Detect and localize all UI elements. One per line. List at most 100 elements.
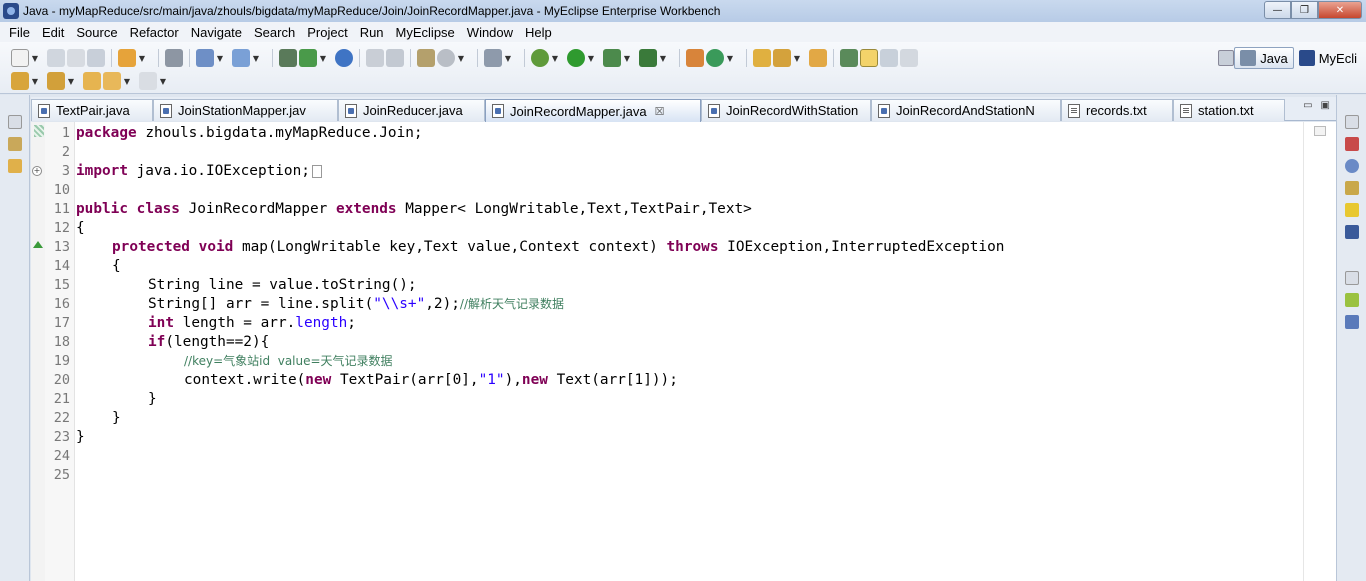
chevron-down-icon[interactable]: ▼ (30, 54, 40, 63)
fold-expand-icon[interactable]: + (32, 166, 42, 176)
chevron-down-icon[interactable]: ▼ (251, 54, 261, 63)
open-perspective-icon[interactable] (1218, 50, 1235, 66)
servers-icon[interactable] (1345, 203, 1359, 217)
line-number: 25 (53, 467, 70, 483)
coverage-icon[interactable] (603, 49, 621, 67)
code-editor[interactable]: + 1 2 3 10 11 12 13 14 15 16 17 18 19 20… (31, 122, 1336, 581)
overview-ruler[interactable] (1303, 122, 1336, 581)
tab-joinrecordwithstation[interactable]: JoinRecordWithStation (701, 99, 871, 121)
tab-records-txt[interactable]: records.txt (1061, 99, 1173, 121)
chevron-down-icon[interactable]: ▼ (137, 54, 147, 63)
tab-joinstationmapper[interactable]: JoinStationMapper.jav (153, 99, 338, 121)
open-resource-icon[interactable] (386, 49, 404, 67)
last-edit-location-icon[interactable] (83, 72, 101, 90)
network-icon[interactable] (279, 49, 297, 67)
chevron-down-icon[interactable]: ▼ (30, 77, 40, 86)
restore-view-icon[interactable] (1345, 271, 1359, 285)
search-icon[interactable] (437, 49, 455, 67)
edit-pencil-icon[interactable] (773, 49, 791, 67)
menu-search[interactable]: Search (248, 25, 301, 40)
string-literal: "\\s+" (373, 296, 426, 312)
chevron-down-icon[interactable]: ▼ (158, 77, 168, 86)
tab-textpair[interactable]: TextPair.java (31, 99, 153, 121)
chevron-down-icon[interactable]: ▼ (215, 54, 225, 63)
declaration-icon[interactable] (1345, 181, 1359, 195)
chevron-down-icon[interactable]: ▼ (792, 54, 802, 63)
chevron-down-icon[interactable]: ▼ (550, 54, 560, 63)
code-line: String[] arr = line.split("\\s+",2);//解析… (148, 295, 564, 314)
chevron-down-icon[interactable]: ▼ (66, 77, 76, 86)
menu-file[interactable]: File (3, 25, 36, 40)
pin-icon[interactable] (840, 49, 858, 67)
tab-station-txt[interactable]: station.txt (1173, 99, 1285, 121)
restore-view-icon[interactable] (1345, 115, 1359, 129)
menu-window[interactable]: Window (461, 25, 519, 40)
perspective-java[interactable]: Java (1234, 47, 1294, 69)
outline-icon[interactable] (1345, 315, 1359, 329)
block-selection-icon[interactable] (880, 49, 898, 67)
external-tools-icon[interactable] (639, 49, 657, 67)
previous-annotation-icon[interactable] (47, 72, 65, 90)
new-class-icon[interactable] (417, 49, 435, 67)
show-whitespace-icon[interactable] (900, 49, 918, 67)
javadoc-icon[interactable] (1345, 159, 1359, 173)
minimize-editor-icon[interactable]: ▭ (1303, 100, 1312, 111)
save-all-icon[interactable] (67, 49, 85, 67)
tab-joinreducer[interactable]: JoinReducer.java (338, 99, 485, 121)
chevron-down-icon[interactable]: ▼ (658, 54, 668, 63)
chevron-down-icon[interactable]: ▼ (586, 54, 596, 63)
new-file-icon[interactable] (11, 49, 29, 67)
new-server-icon[interactable] (118, 49, 136, 67)
tab-label: JoinRecordMapper.java (510, 103, 647, 119)
new-package-icon[interactable] (686, 49, 704, 67)
run-icon[interactable] (567, 49, 585, 67)
collapsed-imports-icon[interactable] (311, 164, 322, 178)
menu-refactor[interactable]: Refactor (124, 25, 185, 40)
restore-view-icon[interactable] (8, 115, 22, 129)
maximize-editor-icon[interactable]: ▣ (1321, 100, 1330, 111)
globe-icon[interactable] (335, 49, 353, 67)
new-java-class-icon[interactable] (706, 49, 724, 67)
chevron-down-icon[interactable]: ▼ (622, 54, 632, 63)
chevron-down-icon[interactable]: ▼ (725, 54, 735, 63)
code-text-area[interactable]: package zhouls.bigdata.myMapReduce.Join;… (76, 122, 1303, 581)
menu-navigate[interactable]: Navigate (185, 25, 248, 40)
problems-icon[interactable] (1345, 137, 1359, 151)
chevron-down-icon[interactable]: ▼ (318, 54, 328, 63)
close-button[interactable]: ✕ (1318, 1, 1362, 19)
mark-occurrences-icon[interactable] (860, 49, 878, 67)
console-icon[interactable] (165, 49, 183, 67)
maximize-button[interactable]: ❐ (1291, 1, 1318, 19)
chevron-down-icon[interactable]: ▼ (456, 54, 466, 63)
forward-arrow-icon[interactable] (139, 72, 157, 90)
menu-project[interactable]: Project (301, 25, 353, 40)
print-icon[interactable] (87, 49, 105, 67)
open-project-icon[interactable] (809, 49, 827, 67)
menu-source[interactable]: Source (70, 25, 123, 40)
menu-run[interactable]: Run (354, 25, 390, 40)
hierarchy-icon[interactable] (8, 159, 22, 173)
tab-joinrecordandstation[interactable]: JoinRecordAndStationN (871, 99, 1061, 121)
deploy-project-icon[interactable] (299, 49, 317, 67)
next-annotation-icon[interactable] (11, 72, 29, 90)
chevron-down-icon[interactable]: ▼ (503, 54, 513, 63)
deploy-icon[interactable] (196, 49, 214, 67)
minimize-button[interactable]: — (1264, 1, 1291, 19)
open-folder-icon[interactable] (753, 49, 771, 67)
package-explorer-icon[interactable] (8, 137, 22, 151)
perspective-myeclipse[interactable]: MyEcli (1294, 47, 1362, 69)
menu-help[interactable]: Help (519, 25, 558, 40)
tasks-icon[interactable] (1345, 293, 1359, 307)
tab-joinrecordmapper[interactable]: JoinRecordMapper.java ☒ (485, 99, 701, 122)
close-tab-icon[interactable]: ☒ (655, 105, 665, 118)
chevron-down-icon[interactable]: ▼ (122, 77, 132, 86)
debug-icon[interactable] (531, 49, 549, 67)
save-icon[interactable] (47, 49, 65, 67)
menu-edit[interactable]: Edit (36, 25, 70, 40)
camera-icon[interactable] (484, 49, 502, 67)
console-view-icon[interactable] (1345, 225, 1359, 239)
server-run-icon[interactable] (232, 49, 250, 67)
back-arrow-icon[interactable] (103, 72, 121, 90)
open-type-icon[interactable] (366, 49, 384, 67)
menu-myeclipse[interactable]: MyEclipse (390, 25, 461, 40)
